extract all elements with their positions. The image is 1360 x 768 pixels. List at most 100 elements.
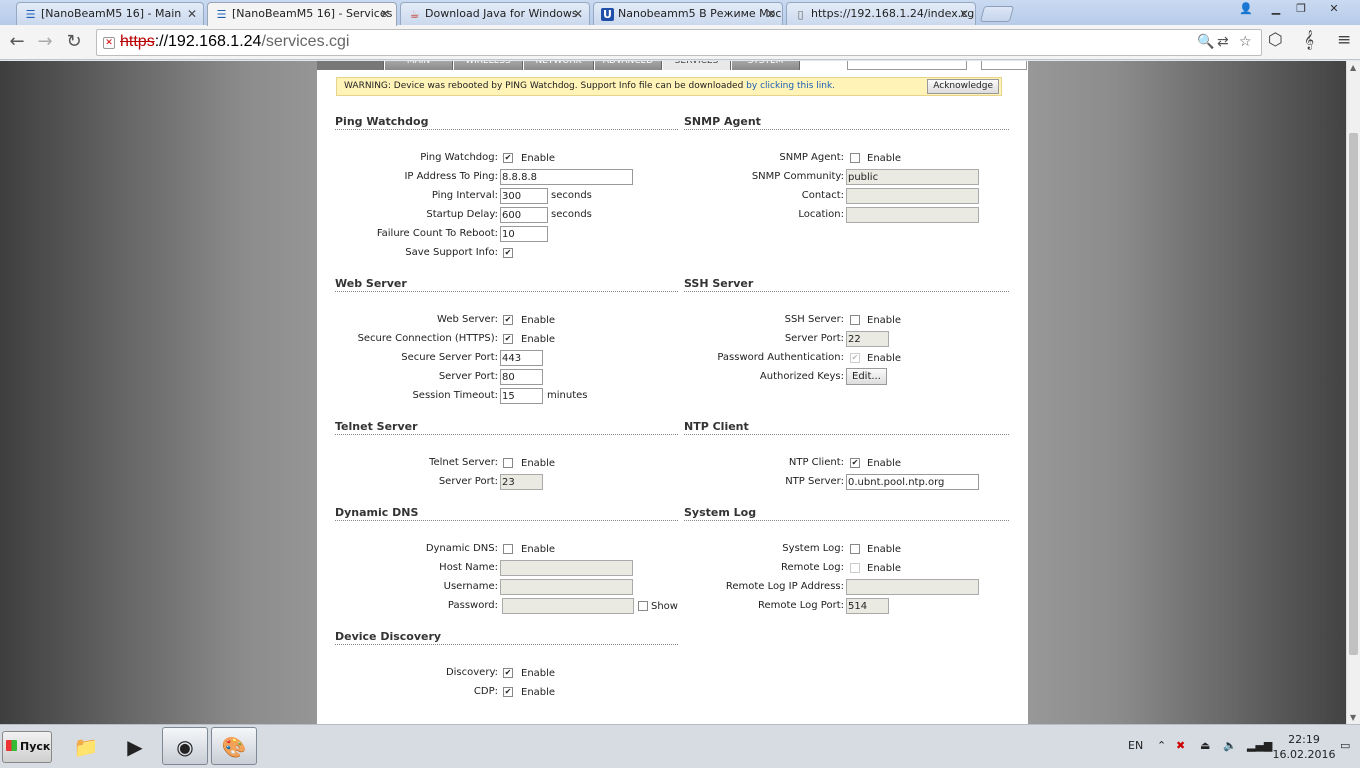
field-label: Ping Interval: bbox=[431, 190, 498, 201]
network-error-icon[interactable]: ✖ bbox=[1176, 739, 1185, 752]
snmp-agent-checkbox[interactable] bbox=[850, 153, 860, 163]
ntp-server-input[interactable]: 0.ubnt.pool.ntp.org bbox=[846, 474, 979, 490]
close-tab-icon[interactable]: ✕ bbox=[959, 7, 969, 21]
reload-icon[interactable]: ↻ bbox=[63, 31, 85, 53]
browser-tab-services[interactable]: ☰ [NanoBeamM5 16] - Services ✕ bbox=[207, 2, 397, 26]
tab-services[interactable]: SERVICES bbox=[663, 61, 731, 70]
tab-network[interactable]: NETWORK bbox=[524, 61, 594, 70]
ssh-server-checkbox[interactable] bbox=[850, 315, 860, 325]
minimize-icon[interactable]: ▁ bbox=[1264, 0, 1288, 18]
ddns-password-input[interactable] bbox=[502, 598, 634, 614]
ddns-user-input[interactable] bbox=[500, 579, 633, 595]
extension-music-icon[interactable]: 𝄞 bbox=[1304, 30, 1314, 50]
page-scrollbar[interactable]: ▲ ▼ bbox=[1346, 61, 1360, 724]
scroll-down-icon[interactable]: ▼ bbox=[1350, 713, 1356, 722]
telnet-server-checkbox[interactable] bbox=[503, 458, 513, 468]
media-player-icon[interactable]: ▶ bbox=[112, 727, 158, 765]
tab-system[interactable]: SYSTEM bbox=[732, 61, 800, 70]
support-info-link[interactable]: by clicking this link. bbox=[746, 81, 835, 91]
browser-tab-main[interactable]: ☰ [NanoBeamM5 16] - Main ✕ bbox=[16, 2, 204, 25]
section-title: Telnet Server bbox=[335, 420, 418, 433]
show-desktop-icon[interactable]: ▭ bbox=[1340, 739, 1350, 752]
field-label: Server Port: bbox=[438, 371, 498, 382]
close-tab-icon[interactable]: ✕ bbox=[766, 7, 776, 21]
ddns-checkbox[interactable] bbox=[503, 544, 513, 554]
paint-icon[interactable]: 🎨 bbox=[211, 727, 257, 765]
user-profile-icon[interactable]: 👤 bbox=[1234, 0, 1258, 18]
logout-button[interactable] bbox=[981, 61, 1027, 70]
show-password-checkbox[interactable] bbox=[638, 601, 648, 611]
tab-advanced[interactable]: ADVANCED bbox=[595, 61, 662, 70]
browser-tab-index[interactable]: ▯ https://192.168.1.24/index.cgi ✕ bbox=[786, 2, 976, 25]
tab-main[interactable]: MAIN bbox=[385, 61, 453, 70]
explorer-icon[interactable]: 📁 bbox=[63, 727, 109, 765]
field-label: Host Name: bbox=[439, 562, 498, 573]
remote-log-port-input[interactable]: 514 bbox=[846, 598, 889, 614]
startup-delay-input[interactable]: 600 bbox=[500, 207, 548, 223]
secure-port-input[interactable]: 443 bbox=[500, 350, 543, 366]
cdp-checkbox[interactable]: ✔ bbox=[503, 687, 513, 697]
scroll-up-icon[interactable]: ▲ bbox=[1350, 63, 1356, 72]
failure-count-input[interactable]: 10 bbox=[500, 226, 548, 242]
new-tab-button[interactable] bbox=[979, 6, 1015, 22]
system-clock[interactable]: 22:19 16.02.2016 bbox=[1268, 732, 1340, 762]
section-title: Device Discovery bbox=[335, 630, 442, 643]
discovery-checkbox[interactable]: ✔ bbox=[503, 668, 513, 678]
enable-label: Enable bbox=[867, 153, 902, 164]
scrollbar-thumb[interactable] bbox=[1349, 133, 1358, 655]
airos-nav-tabs: MAIN WIRELESS NETWORK ADVANCED SERVICES … bbox=[317, 61, 1028, 70]
address-bar[interactable]: ✕ https://192.168.1.24/services.cgi 🔍 ⇄ … bbox=[96, 29, 1262, 56]
remote-log-checkbox[interactable] bbox=[850, 563, 860, 573]
session-timeout-input[interactable]: 15 bbox=[500, 388, 543, 404]
rss-icon: ☰ bbox=[25, 8, 36, 21]
browser-tab-nanobeam-search[interactable]: U Nanobeamm5 В Режиме Мос ✕ bbox=[593, 2, 783, 25]
tools-select[interactable] bbox=[847, 61, 967, 70]
tray-expand-icon[interactable]: ⌃ bbox=[1157, 739, 1166, 752]
tab-wireless[interactable]: WIRELESS bbox=[454, 61, 523, 70]
https-checkbox[interactable]: ✔ bbox=[503, 334, 513, 344]
close-tab-icon[interactable]: ✕ bbox=[380, 7, 390, 21]
extension-icon[interactable]: ⬡ bbox=[1268, 30, 1283, 50]
close-tab-icon[interactable]: ✕ bbox=[187, 7, 197, 21]
ddns-host-input[interactable] bbox=[500, 560, 633, 576]
edit-keys-button[interactable]: Edit... bbox=[846, 368, 887, 385]
safely-remove-icon[interactable]: ⏏ bbox=[1200, 739, 1210, 752]
system-log-checkbox[interactable] bbox=[850, 544, 860, 554]
language-indicator[interactable]: EN bbox=[1128, 739, 1143, 752]
back-arrow-icon[interactable]: ← bbox=[6, 31, 28, 53]
close-window-icon[interactable]: ✕ bbox=[1316, 0, 1352, 18]
translate-icon[interactable]: ⇄ bbox=[1217, 34, 1229, 50]
section-divider bbox=[335, 129, 678, 130]
enable-label: Enable bbox=[867, 458, 902, 469]
web-server-checkbox[interactable]: ✔ bbox=[503, 315, 513, 325]
start-button[interactable]: Пуск bbox=[2, 731, 52, 763]
dynamic-dns-section: Dynamic DNS Dynamic DNS: Enable Host Nam… bbox=[335, 506, 678, 616]
ip-to-ping-input[interactable]: 8.8.8.8 bbox=[500, 169, 633, 185]
ping-watchdog-checkbox[interactable]: ✔ bbox=[503, 153, 513, 163]
ntp-client-checkbox[interactable]: ✔ bbox=[850, 458, 860, 468]
ssh-port-input[interactable]: 22 bbox=[846, 331, 889, 347]
field-label: Startup Delay: bbox=[426, 209, 498, 220]
chrome-icon[interactable]: ◉ bbox=[162, 727, 208, 765]
web-port-input[interactable]: 80 bbox=[500, 369, 543, 385]
remote-log-ip-input[interactable] bbox=[846, 579, 979, 595]
restore-icon[interactable]: ❐ bbox=[1289, 0, 1313, 18]
zoom-icon[interactable]: 🔍 bbox=[1197, 34, 1214, 50]
ping-interval-input[interactable]: 300 bbox=[500, 188, 548, 204]
bookmark-star-icon[interactable]: ☆ bbox=[1239, 34, 1252, 50]
menu-icon[interactable]: ≡ bbox=[1337, 30, 1351, 50]
address-url[interactable]: https://192.168.1.24/services.cgi bbox=[120, 33, 349, 51]
telnet-port-input[interactable]: 23 bbox=[500, 474, 543, 490]
tab-title: Download Java for Windows bbox=[425, 7, 578, 20]
snmp-contact-input[interactable] bbox=[846, 188, 979, 204]
forward-arrow-icon[interactable]: → bbox=[34, 31, 56, 53]
password-auth-checkbox[interactable]: ✔ bbox=[850, 353, 860, 363]
save-support-checkbox[interactable]: ✔ bbox=[503, 248, 513, 258]
acknowledge-button[interactable]: Acknowledge bbox=[927, 79, 999, 94]
snmp-community-input[interactable]: public bbox=[846, 169, 979, 185]
snmp-location-input[interactable] bbox=[846, 207, 979, 223]
browser-tab-java[interactable]: ☕ Download Java for Windows ✕ bbox=[400, 2, 590, 25]
field-label: Failure Count To Reboot: bbox=[376, 228, 498, 239]
close-tab-icon[interactable]: ✕ bbox=[573, 7, 583, 21]
volume-icon[interactable]: 🔈 bbox=[1223, 739, 1237, 752]
